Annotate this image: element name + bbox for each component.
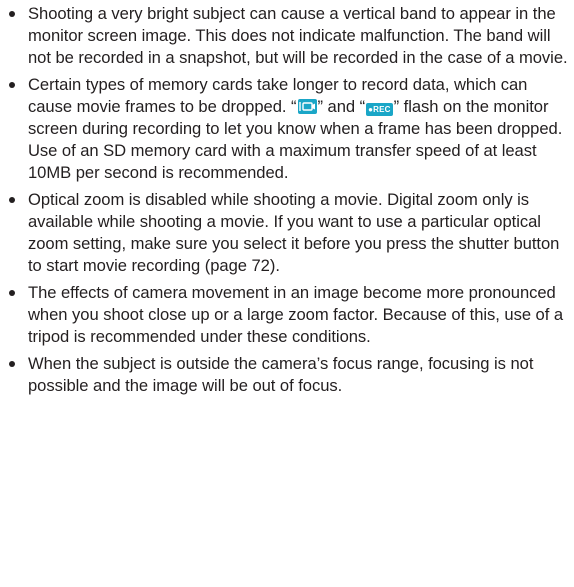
note-text: Optical zoom is disabled while shooting … bbox=[28, 190, 560, 275]
bullet-dot-icon bbox=[9, 361, 15, 367]
notes-list: Shooting a very bright subject can cause… bbox=[0, 3, 574, 397]
note-item: Certain types of memory cards take longe… bbox=[0, 74, 574, 184]
bullet-dot-icon bbox=[9, 82, 15, 88]
rec-icon: ●REC bbox=[366, 103, 393, 116]
note-text: Shooting a very bright subject can cause… bbox=[28, 4, 568, 67]
movie-camera-icon bbox=[297, 99, 317, 114]
bullet-dot-icon bbox=[9, 290, 15, 296]
note-text: The effects of camera movement in an ima… bbox=[28, 283, 564, 346]
bullet-dot-icon bbox=[9, 197, 15, 203]
manual-page: Shooting a very bright subject can cause… bbox=[0, 0, 574, 587]
bullet-dot-icon bbox=[9, 11, 15, 17]
note-text: ” and “ bbox=[317, 97, 366, 116]
note-item: When the subject is outside the camera’s… bbox=[0, 353, 574, 397]
note-item: The effects of camera movement in an ima… bbox=[0, 282, 574, 348]
note-item: Shooting a very bright subject can cause… bbox=[0, 3, 574, 69]
note-text: When the subject is outside the camera’s… bbox=[28, 354, 534, 395]
note-item: Optical zoom is disabled while shooting … bbox=[0, 189, 574, 277]
